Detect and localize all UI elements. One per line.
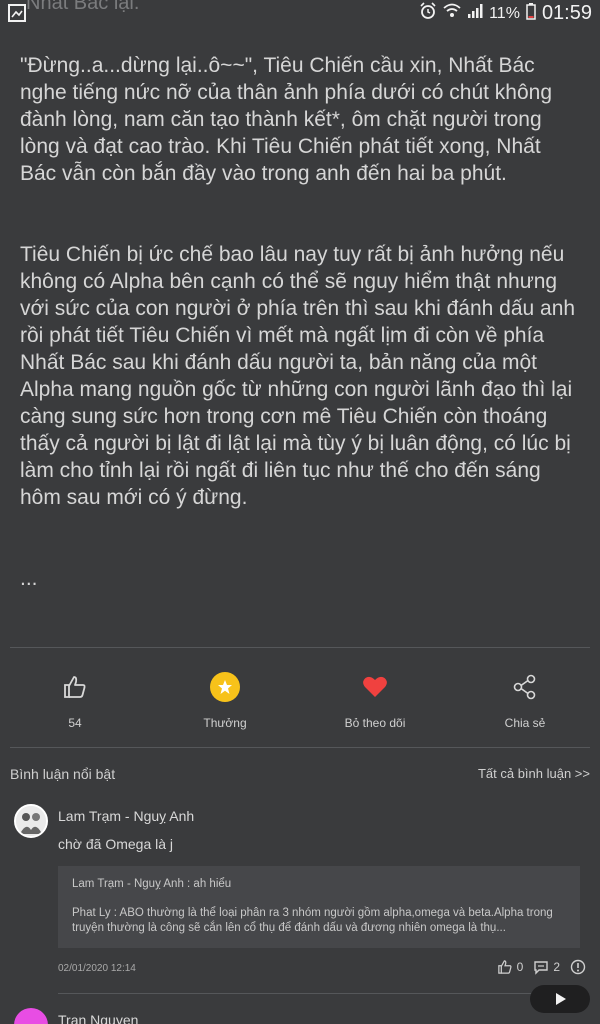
status-icons: 11% 01:59 xyxy=(419,2,592,25)
divider xyxy=(10,647,590,648)
reward-button[interactable]: Thưởng xyxy=(150,660,300,740)
chat-bubble-icon xyxy=(534,961,549,975)
divider xyxy=(58,993,586,994)
comment-reply-button[interactable]: 2 xyxy=(533,959,560,975)
alarm-icon xyxy=(419,2,437,25)
comment-like-count: 0 xyxy=(516,960,524,974)
like-button[interactable]: 54 xyxy=(0,660,150,740)
battery-percent: 11% xyxy=(489,4,520,22)
heart-icon xyxy=(358,670,392,704)
comment-date: 02/01/2020 12:14 xyxy=(58,963,136,974)
comment-text: chờ đã Omega là j xyxy=(58,836,174,852)
unfollow-button[interactable]: Bỏ theo dõi xyxy=(300,660,450,740)
comment-like-button[interactable]: 0 xyxy=(497,959,524,975)
report-button[interactable] xyxy=(570,959,586,975)
story-paragraph: Tiêu Chiến bị ức chế bao lâu nay tuy rất… xyxy=(20,243,576,509)
star-badge-icon xyxy=(208,670,242,704)
all-comments-link[interactable]: Tất cả bình luận >> xyxy=(478,766,590,782)
action-bar: 54 Thưởng Bỏ theo dõi Chia sẻ xyxy=(0,660,600,740)
comment-author[interactable]: Lam Trạm - Nguỵ Anh xyxy=(58,808,194,824)
replies-box[interactable]: Lam Trạm - Nguỵ Anh : ah hiểu Phat Ly : … xyxy=(58,866,580,948)
play-icon xyxy=(556,993,566,1005)
avatar[interactable] xyxy=(14,804,48,838)
share-label: Chia sẻ xyxy=(504,716,546,730)
status-bar: Nhất Bác lại. 11% 01:59 xyxy=(0,0,600,26)
comment-author[interactable]: Tran Nguyen xyxy=(58,1012,138,1024)
reply-text: Lam Trạm - Nguỵ Anh : ah hiểu xyxy=(72,878,232,890)
story-paragraph: "Đừng..a...dừng lại..ô~~", Tiêu Chiến cầ… xyxy=(20,54,553,185)
like-count: 54 xyxy=(68,716,82,730)
thumbs-up-icon xyxy=(497,960,512,974)
reward-label: Thưởng xyxy=(203,716,247,730)
comment-reply-count: 2 xyxy=(553,960,560,974)
info-icon xyxy=(570,959,586,975)
comment-meta: 0 2 xyxy=(497,959,586,975)
unfollow-label: Bỏ theo dõi xyxy=(344,716,406,730)
previous-line-text: Nhất Bác lại. xyxy=(26,0,140,14)
play-button[interactable] xyxy=(530,985,590,1013)
story-ellipsis: ... xyxy=(20,567,38,590)
clock-time: 01:59 xyxy=(541,2,592,24)
reply-text: Phat Ly : ABO thường là thể loại phân ra… xyxy=(72,907,553,934)
chapter-content: "Đừng..a...dừng lại..ô~~", Tiêu Chiến cầ… xyxy=(20,52,580,592)
share-button[interactable]: Chia sẻ xyxy=(450,660,600,740)
signal-icon xyxy=(467,3,483,24)
avatar[interactable] xyxy=(14,1008,48,1024)
comments-header: Bình luận nổi bật Tất cả bình luận >> xyxy=(10,766,590,782)
screenshot-icon xyxy=(8,4,26,22)
thumbs-up-icon xyxy=(58,670,92,704)
divider xyxy=(10,747,590,748)
wifi-icon xyxy=(443,2,461,25)
share-icon xyxy=(508,670,542,704)
featured-comments-title: Bình luận nổi bật xyxy=(10,766,116,782)
battery-icon xyxy=(526,2,536,25)
